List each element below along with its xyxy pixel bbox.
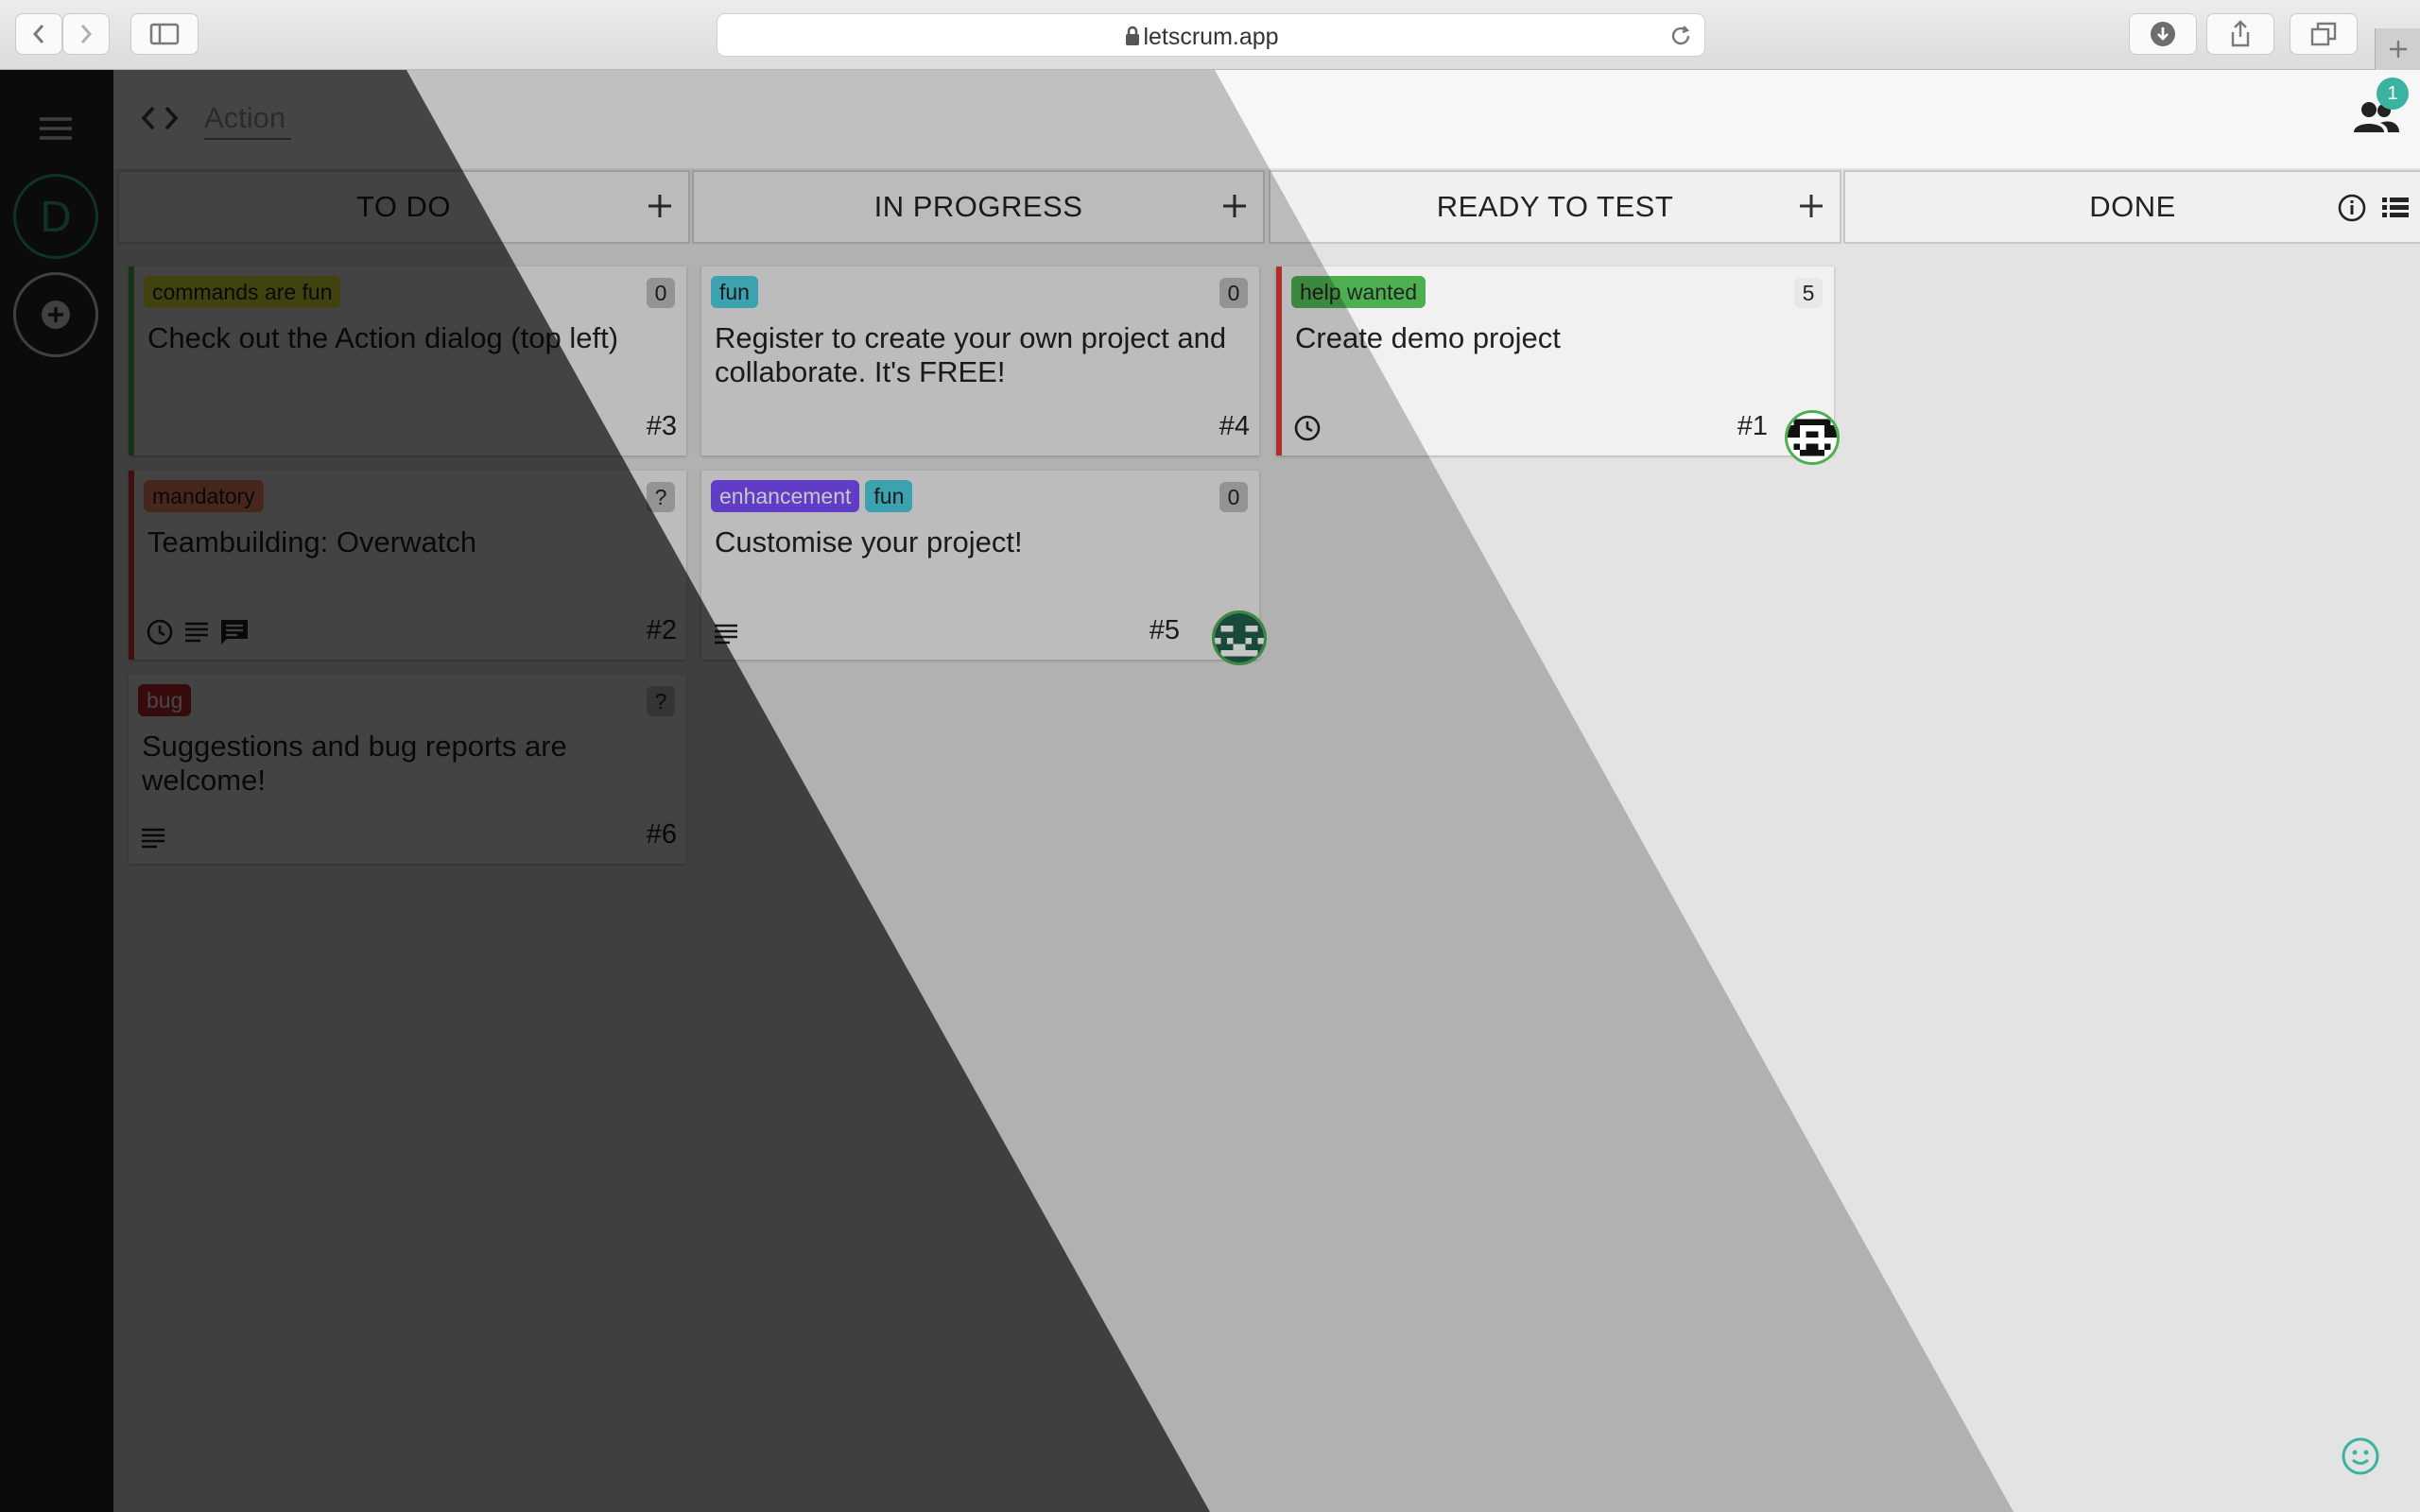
project-avatar[interactable]: D <box>13 174 98 259</box>
back-button[interactable] <box>15 13 62 55</box>
add-project-button[interactable] <box>13 272 98 357</box>
story-points-badge: 0 <box>1219 482 1248 512</box>
chevron-left-icon <box>32 25 44 43</box>
address-bar[interactable]: letscrum.app <box>717 13 1705 57</box>
identicon-avatar <box>1788 413 1837 462</box>
add-card-icon[interactable] <box>645 191 675 221</box>
card-number: #2 <box>646 615 677 645</box>
action-input[interactable] <box>204 98 291 140</box>
card-indicators <box>140 826 166 850</box>
description-icon <box>142 828 164 849</box>
card-5[interactable]: enhancement fun 0 Customise your project… <box>701 471 1267 665</box>
download-icon <box>2151 22 2175 46</box>
card-labels: commands are fun <box>144 276 341 308</box>
card-6[interactable]: bug ? Suggestions and bug reports are we… <box>129 675 686 864</box>
card-number: #1 <box>1737 411 1768 441</box>
project-rail: D <box>0 70 113 1512</box>
new-tab-button[interactable] <box>2375 28 2420 70</box>
column-header-todo: TO DO <box>117 170 690 244</box>
card-number: #5 <box>1149 615 1180 645</box>
card-labels: mandatory <box>144 480 264 512</box>
card-title: Suggestions and bug reports are welcome! <box>142 730 567 797</box>
card-labels: help wanted <box>1291 276 1426 308</box>
tabs-overview-button[interactable] <box>2290 13 2358 55</box>
url-text: letscrum.app <box>1143 24 1279 50</box>
forward-button[interactable] <box>62 13 110 55</box>
info-icon[interactable] <box>2337 193 2367 223</box>
column-title: READY TO TEST <box>1436 190 1674 223</box>
column-title: IN PROGRESS <box>873 190 1083 223</box>
card-indicators <box>146 618 250 646</box>
column-title: TO DO <box>355 190 452 223</box>
card-labels: bug <box>138 684 192 716</box>
card-title: Register to create your own project and … <box>715 321 1227 388</box>
label-tag: help wanted <box>1291 276 1426 308</box>
browser-toolbar: letscrum.app <box>0 0 2420 70</box>
story-points-badge: 5 <box>1794 278 1823 308</box>
card-title: Teambuilding: Overwatch <box>147 525 477 558</box>
card-number: #4 <box>1219 411 1250 441</box>
label-tag: fun <box>711 276 758 308</box>
card-title: Check out the Action dialog (top left) <box>147 321 619 354</box>
card-indicators <box>713 622 739 646</box>
story-points-badge: ? <box>647 482 675 512</box>
column-header-ready-to-test: READY TO TEST <box>1269 170 1841 244</box>
card-title: Create demo project <box>1295 321 1561 354</box>
card-title: Customise your project! <box>715 525 1023 558</box>
card-2[interactable]: mandatory ? Teambuilding: Overwatch #2 <box>129 471 686 660</box>
clock-icon <box>1294 415 1321 441</box>
story-points-badge: ? <box>647 686 675 716</box>
feedback-smiley-icon[interactable] <box>2341 1436 2380 1476</box>
label-tag: enhancement <box>711 480 860 512</box>
add-card-icon[interactable] <box>1219 191 1250 221</box>
card-labels: enhancement fun <box>711 480 913 512</box>
story-points-badge: 0 <box>647 278 675 308</box>
tabs-icon <box>2310 22 2337 46</box>
column-header-done: DONE <box>1843 170 2420 244</box>
clock-icon <box>147 619 173 645</box>
add-card-icon[interactable] <box>1796 191 1826 221</box>
share-icon <box>2231 20 2250 47</box>
add-circle-icon <box>42 301 70 329</box>
assignee-avatar[interactable] <box>1212 610 1267 665</box>
app-header: 1 <box>113 70 2420 168</box>
chevron-right-icon <box>80 25 93 43</box>
label-tag: commands are fun <box>144 276 341 308</box>
column-title: DONE <box>2089 190 2176 223</box>
label-tag: fun <box>865 480 913 512</box>
card-number: #3 <box>646 411 677 441</box>
story-points-badge: 0 <box>1219 278 1248 308</box>
card-1[interactable]: help wanted 5 Create demo project #1 <box>1276 266 1840 465</box>
card-number: #6 <box>646 819 677 850</box>
reload-icon[interactable] <box>1668 24 1693 48</box>
comment-icon <box>221 620 248 644</box>
sidebar-toggle-button[interactable] <box>130 13 199 55</box>
card-4[interactable]: fun 0 Register to create your own projec… <box>701 266 1259 455</box>
sidebar-icon <box>149 23 180 45</box>
card-indicators <box>1293 414 1322 442</box>
menu-icon[interactable] <box>38 115 74 142</box>
list-view-icon[interactable] <box>2380 193 2411 223</box>
plus-icon <box>2389 41 2407 58</box>
share-button[interactable] <box>2206 13 2274 55</box>
online-count-badge: 1 <box>2377 77 2409 110</box>
label-tag: bug <box>138 684 192 716</box>
assignee-avatar[interactable] <box>1785 410 1840 465</box>
kanban-board: TO DO IN PROGRESS READY TO TEST DONE com… <box>113 168 2420 1512</box>
card-3[interactable]: commands are fun 0 Check out the Action … <box>129 266 686 455</box>
column-header-in-progress: IN PROGRESS <box>692 170 1265 244</box>
label-tag: mandatory <box>144 480 264 512</box>
description-icon <box>185 622 208 643</box>
code-icon[interactable] <box>140 104 180 132</box>
identicon-avatar <box>1215 613 1264 662</box>
card-labels: fun <box>711 276 758 308</box>
downloads-button[interactable] <box>2129 13 2197 55</box>
description-icon <box>715 624 737 644</box>
